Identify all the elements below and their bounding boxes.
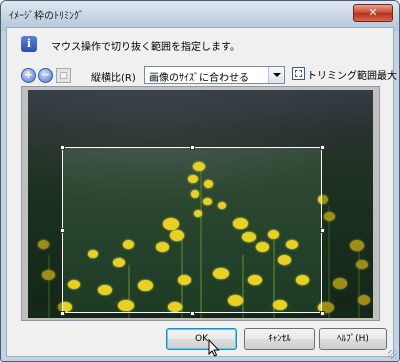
- aspect-ratio-label: 縦横比(R): [91, 73, 136, 84]
- help-button[interactable]: ﾍﾙﾌﾟ(H): [319, 328, 387, 350]
- window-title: ｲﾒｰｼﾞ枠のﾄﾘﾐﾝｸﾞ: [9, 11, 84, 22]
- resize-grip[interactable]: [388, 350, 397, 359]
- chevron-down-icon[interactable]: [268, 67, 284, 83]
- trim-handle-right[interactable]: [320, 228, 325, 233]
- photo-image: [28, 90, 373, 318]
- trim-handle-bottom[interactable]: [190, 311, 195, 316]
- image-preview-area[interactable]: [21, 86, 380, 321]
- trim-outside-shade: [28, 147, 62, 313]
- cancel-button[interactable]: ｷｬﾝｾﾙ: [244, 328, 315, 350]
- max-trim-icon: [292, 67, 305, 80]
- zoom-out-button[interactable]: −: [38, 68, 53, 83]
- trim-handle-bottom-right[interactable]: [320, 311, 325, 316]
- close-button[interactable]: ✕: [353, 4, 393, 22]
- zoom-in-button[interactable]: +: [21, 68, 36, 83]
- trim-handle-left[interactable]: [60, 228, 65, 233]
- trim-handle-top[interactable]: [190, 145, 195, 150]
- ok-button[interactable]: OK: [166, 328, 237, 350]
- trim-handle-top-right[interactable]: [320, 145, 325, 150]
- trim-handle-bottom-left[interactable]: [60, 311, 65, 316]
- title-bar[interactable]: ｲﾒｰｼﾞ枠のﾄﾘﾐﾝｸﾞ ✕: [1, 1, 399, 27]
- instruction-text: マウス操作で切り抜く範囲を指定します。: [51, 42, 240, 53]
- aspect-ratio-value: 画像のｻｲｽﾞに合わせる: [149, 73, 249, 84]
- trim-outside-shade: [28, 90, 373, 147]
- aspect-ratio-select[interactable]: 画像のｻｲｽﾞに合わせる: [144, 66, 285, 84]
- info-icon: i: [21, 36, 37, 52]
- trim-handle-top-left[interactable]: [60, 145, 65, 150]
- dialog-client-area: i マウス操作で切り抜く範囲を指定します。 + − 縦横比(R) 画像のｻｲｽﾞ…: [6, 27, 397, 357]
- fit-view-button: [56, 68, 71, 83]
- trim-rectangle[interactable]: [62, 147, 322, 313]
- trim-dialog-window: ｲﾒｰｼﾞ枠のﾄﾘﾐﾝｸﾞ ✕ i マウス操作で切り抜く範囲を指定します。 + …: [0, 0, 400, 362]
- mouse-cursor-icon: [208, 339, 220, 357]
- trim-outside-shade: [322, 147, 373, 313]
- max-trim-label: トリミング範囲最大: [307, 71, 397, 82]
